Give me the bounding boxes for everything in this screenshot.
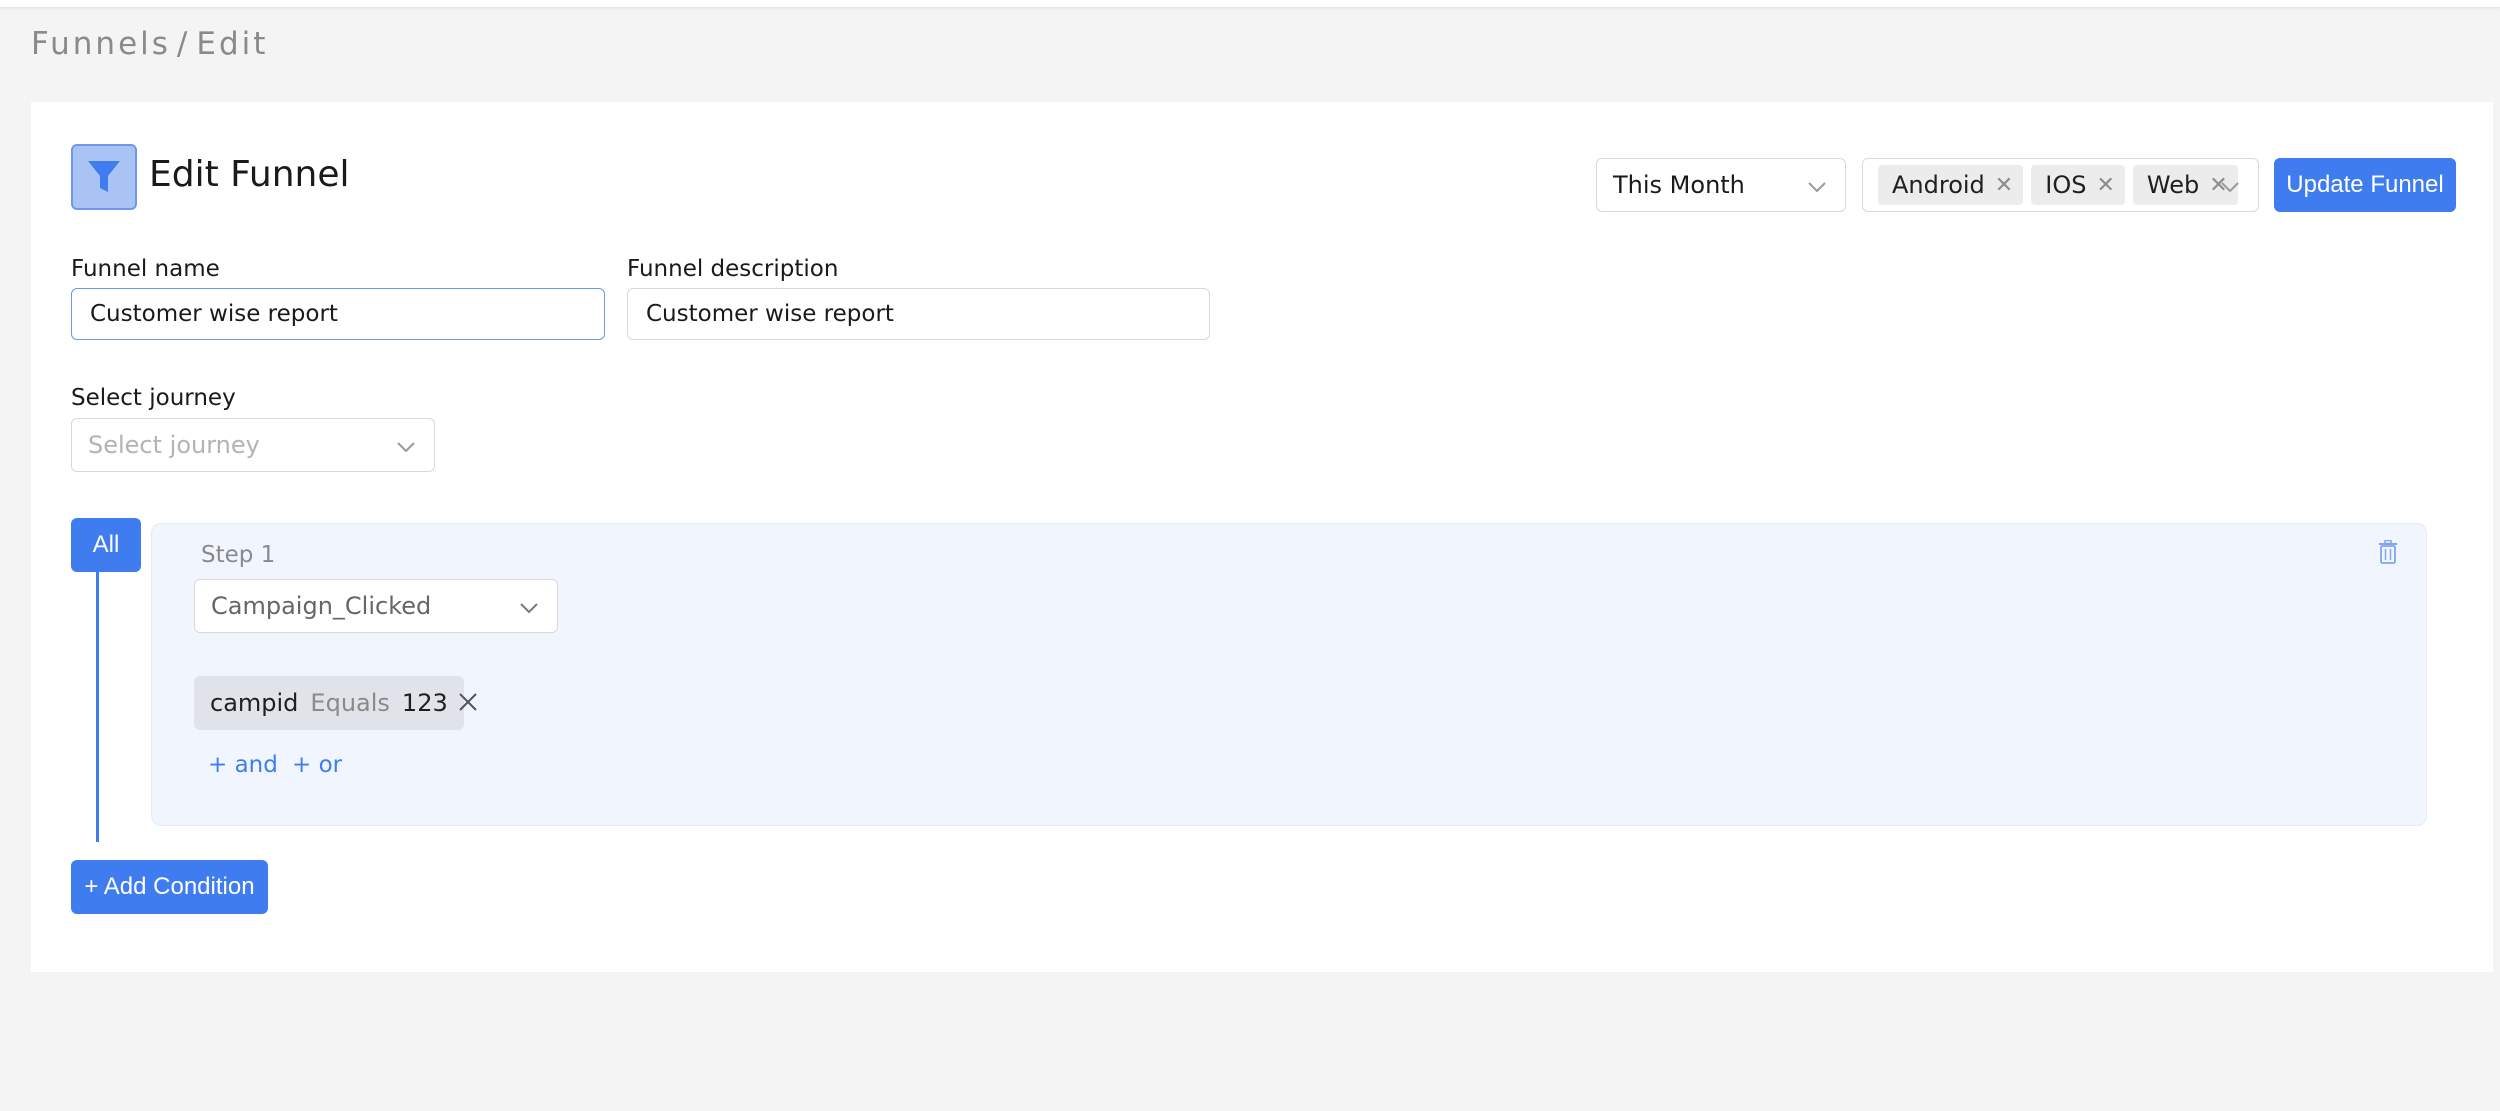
chevron-down-icon <box>2220 171 2240 199</box>
add-or-button[interactable]: + or <box>292 752 342 778</box>
trash-icon[interactable] <box>2378 539 2398 568</box>
close-icon[interactable]: ✕ <box>1995 173 2013 198</box>
select-journey-label: Select journey <box>71 385 236 411</box>
filter-icon <box>71 144 137 210</box>
funnel-name-label: Funnel name <box>71 256 220 282</box>
date-range-value: This Month <box>1613 171 1745 199</box>
journey-placeholder: Select journey <box>88 431 260 459</box>
date-range-select[interactable]: This Month <box>1596 158 1846 212</box>
platform-tag-ios: IOS ✕ <box>2031 165 2125 205</box>
platform-multiselect[interactable]: Android ✕ IOS ✕ Web ✕ <box>1862 158 2259 212</box>
chevron-down-icon <box>396 431 416 459</box>
event-value: Campaign_Clicked <box>211 592 432 620</box>
condition-value: 123 <box>401 689 448 717</box>
step-connector-line <box>96 572 99 842</box>
funnel-description-label: Funnel description <box>627 256 839 282</box>
condition-chip[interactable]: campid Equals 123 <box>194 676 464 730</box>
update-funnel-button[interactable]: Update Funnel <box>2274 158 2456 212</box>
add-condition-button[interactable]: + Add Condition <box>71 860 268 914</box>
funnel-name-input[interactable] <box>71 288 605 340</box>
add-and-button[interactable]: + and <box>208 752 278 778</box>
breadcrumb-edit: Edit <box>196 26 269 62</box>
condition-operator: Equals <box>310 689 390 717</box>
tag-label: Web <box>2146 171 2200 199</box>
platform-tag-android: Android ✕ <box>1878 165 2024 205</box>
event-select[interactable]: Campaign_Clicked <box>194 579 558 633</box>
chevron-down-icon <box>1807 171 1827 199</box>
page-title: Edit Funnel <box>149 154 350 195</box>
edit-funnel-card: Edit Funnel This Month Android ✕ IOS ✕ W… <box>31 102 2493 972</box>
breadcrumb: Funnels / Edit <box>31 26 268 62</box>
tag-label: IOS <box>2045 171 2087 199</box>
breadcrumb-separator: / <box>176 26 191 62</box>
top-bar <box>0 0 2500 8</box>
remove-condition-icon[interactable] <box>457 691 479 717</box>
step-label: Step 1 <box>201 542 276 568</box>
close-icon[interactable]: ✕ <box>2096 173 2114 198</box>
breadcrumb-funnels[interactable]: Funnels <box>31 26 171 62</box>
tag-label: Android <box>1892 171 1985 199</box>
journey-select[interactable]: Select journey <box>71 418 435 472</box>
step-1-panel: Step 1 Campaign_Clicked campid Equals 12… <box>151 523 2427 826</box>
chevron-down-icon <box>519 592 539 620</box>
funnel-description-input[interactable] <box>627 288 1210 340</box>
condition-property: campid <box>210 689 299 717</box>
all-operator-button[interactable]: All <box>71 518 141 572</box>
